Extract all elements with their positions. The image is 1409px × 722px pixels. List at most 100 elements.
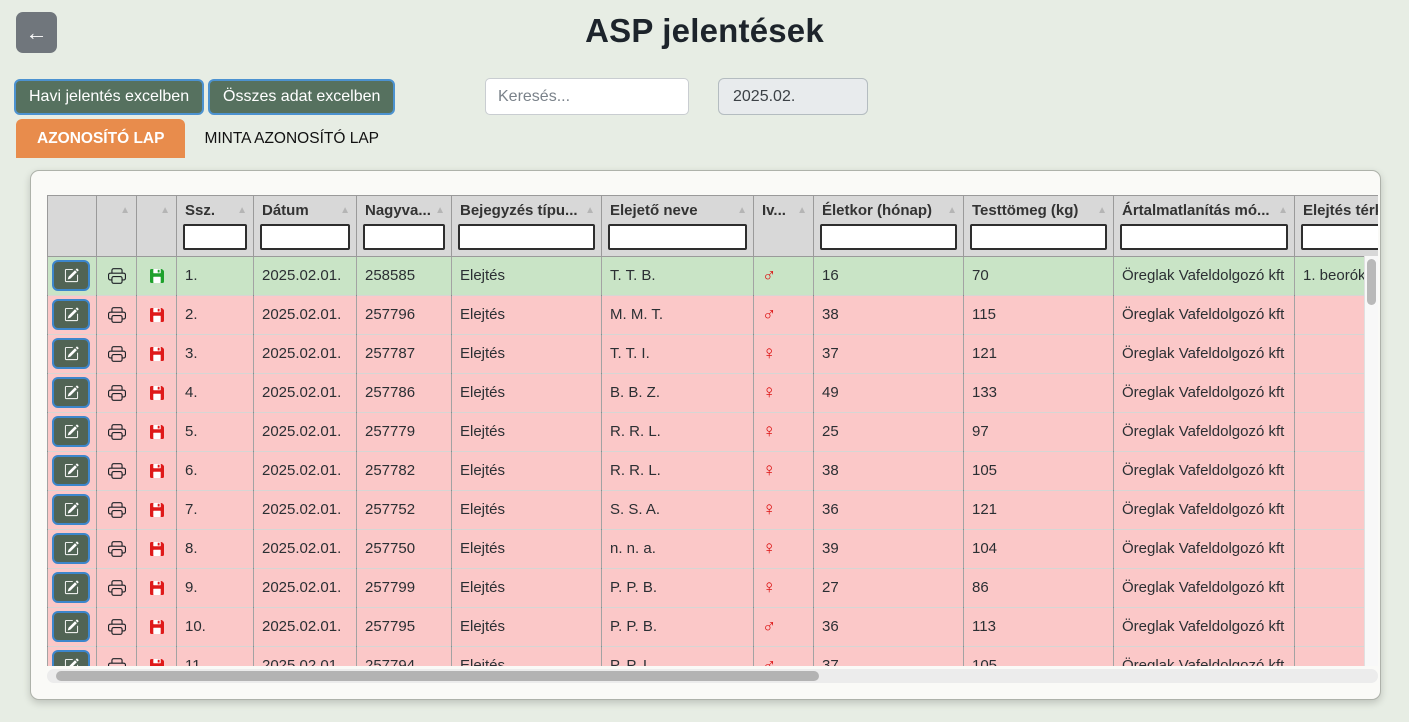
column-header-nagyvad[interactable]: Nagyva...▲ (357, 196, 452, 224)
floppy-save-icon[interactable] (149, 306, 165, 323)
cell-ssz: 11. (177, 646, 254, 666)
printer-icon[interactable] (108, 305, 126, 323)
cell-eletkor: 38 (814, 295, 964, 334)
printer-icon[interactable] (108, 656, 126, 666)
printer-icon[interactable] (108, 539, 126, 557)
male-gender-icon: ♂ (762, 304, 776, 325)
sort-asc-icon: ▲ (431, 205, 445, 216)
cell-eletkor: 16 (814, 256, 964, 295)
row-edit-button[interactable] (52, 494, 90, 525)
cell-datum: 2025.02.01. (254, 568, 357, 607)
column-header-terkep[interactable]: Elejtés térké▲ (1295, 196, 1379, 224)
search-input[interactable] (485, 78, 689, 115)
row-edit-button[interactable] (52, 377, 90, 408)
cell-ivar: ♀ (754, 568, 814, 607)
vertical-scrollbar[interactable] (1364, 256, 1378, 666)
column-header-nev[interactable]: Elejető neve▲ (602, 196, 754, 224)
column-header-ssz[interactable]: Ssz.▲ (177, 196, 254, 224)
cell-save (137, 568, 177, 607)
cell-artalmatlanitas: Öreglak Vafeldolgozó kft (1114, 451, 1295, 490)
vertical-scrollbar-thumb[interactable] (1367, 259, 1376, 305)
cell-datum: 2025.02.01. (254, 529, 357, 568)
printer-icon[interactable] (108, 578, 126, 596)
tab-azonosito-lap[interactable]: AZONOSÍTÓ LAP (16, 119, 185, 158)
floppy-save-icon[interactable] (149, 423, 165, 440)
printer-icon[interactable] (108, 266, 126, 284)
cell-testtomeg: 133 (964, 373, 1114, 412)
cell-nev: n. n. a. (602, 529, 754, 568)
row-edit-button[interactable] (52, 416, 90, 447)
filter-input-tipus[interactable] (458, 224, 595, 250)
filter-input-testtomeg[interactable] (970, 224, 1107, 250)
header-row: ▲▲Ssz.▲Dátum▲Nagyva...▲Bejegyzés típu...… (48, 196, 1379, 224)
column-header-testtomeg[interactable]: Testtömeg (kg)▲ (964, 196, 1114, 224)
floppy-save-icon[interactable] (149, 657, 165, 666)
filter-input-datum[interactable] (260, 224, 350, 250)
row-edit-button[interactable] (52, 533, 90, 564)
row-edit-button[interactable] (52, 455, 90, 486)
month-field[interactable] (718, 78, 868, 115)
filter-cell-tipus (452, 224, 602, 257)
printer-icon[interactable] (108, 617, 126, 635)
cell-testtomeg: 105 (964, 451, 1114, 490)
cell-datum: 2025.02.01. (254, 334, 357, 373)
filter-input-terkep[interactable] (1301, 224, 1378, 250)
column-header-save[interactable]: ▲ (137, 196, 177, 224)
cell-nev: P. P. B. (602, 607, 754, 646)
row-edit-button[interactable] (52, 299, 90, 330)
cell-artalmatlanitas: Öreglak Vafeldolgozó kft (1114, 412, 1295, 451)
cell-datum: 2025.02.01. (254, 412, 357, 451)
all-data-excel-button[interactable]: Összes adat excelben (208, 79, 395, 115)
printer-icon[interactable] (108, 344, 126, 362)
filter-cell-nagyvad (357, 224, 452, 257)
printer-icon[interactable] (108, 461, 126, 479)
cell-print (97, 607, 137, 646)
column-header-eletkor[interactable]: Életkor (hónap)▲ (814, 196, 964, 224)
pencil-square-icon (64, 346, 79, 361)
report-table-card: ▲▲Ssz.▲Dátum▲Nagyva...▲Bejegyzés típu...… (30, 170, 1381, 700)
cell-save (137, 646, 177, 666)
column-header-artalmatlanitas[interactable]: Ártalmatlanítás mó...▲ (1114, 196, 1295, 224)
male-gender-icon: ♂ (762, 265, 776, 286)
pencil-square-icon (64, 619, 79, 634)
monthly-report-excel-button[interactable]: Havi jelentés excelben (14, 79, 204, 115)
sort-asc-icon: ▲ (1274, 205, 1288, 216)
floppy-save-icon[interactable] (149, 267, 165, 284)
horizontal-scrollbar[interactable] (47, 669, 1378, 683)
cell-datum: 2025.02.01. (254, 373, 357, 412)
row-edit-button[interactable] (52, 338, 90, 369)
row-edit-button[interactable] (52, 611, 90, 642)
cell-ssz: 2. (177, 295, 254, 334)
column-header-print[interactable]: ▲ (97, 196, 137, 224)
cell-nagyvad: 257799 (357, 568, 452, 607)
printer-icon[interactable] (108, 383, 126, 401)
horizontal-scrollbar-thumb[interactable] (56, 671, 819, 681)
floppy-save-icon[interactable] (149, 579, 165, 596)
row-edit-button[interactable] (52, 650, 90, 666)
cell-nev: T. T. B. (602, 256, 754, 295)
filter-input-ssz[interactable] (183, 224, 247, 250)
floppy-save-icon[interactable] (149, 540, 165, 557)
printer-icon[interactable] (108, 500, 126, 518)
cell-artalmatlanitas: Öreglak Vafeldolgozó kft (1114, 490, 1295, 529)
cell-tipus: Elejtés (452, 451, 602, 490)
floppy-save-icon[interactable] (149, 501, 165, 518)
column-header-ivar[interactable]: Iv...▲ (754, 196, 814, 224)
floppy-save-icon[interactable] (149, 345, 165, 362)
cell-nagyvad: 257795 (357, 607, 452, 646)
table-row: 2.2025.02.01.257796ElejtésM. M. T.♂38115… (48, 295, 1379, 334)
cell-ssz: 5. (177, 412, 254, 451)
row-edit-button[interactable] (52, 260, 90, 291)
row-edit-button[interactable] (52, 572, 90, 603)
floppy-save-icon[interactable] (149, 618, 165, 635)
floppy-save-icon[interactable] (149, 384, 165, 401)
column-header-datum[interactable]: Dátum▲ (254, 196, 357, 224)
printer-icon[interactable] (108, 422, 126, 440)
floppy-save-icon[interactable] (149, 462, 165, 479)
filter-input-nev[interactable] (608, 224, 747, 250)
tab-minta-azonosito-lap[interactable]: MINTA AZONOSÍTÓ LAP (185, 119, 398, 158)
column-header-tipus[interactable]: Bejegyzés típu...▲ (452, 196, 602, 224)
filter-input-nagyvad[interactable] (363, 224, 445, 250)
filter-input-artalmatlanitas[interactable] (1120, 224, 1288, 250)
filter-input-eletkor[interactable] (820, 224, 957, 250)
